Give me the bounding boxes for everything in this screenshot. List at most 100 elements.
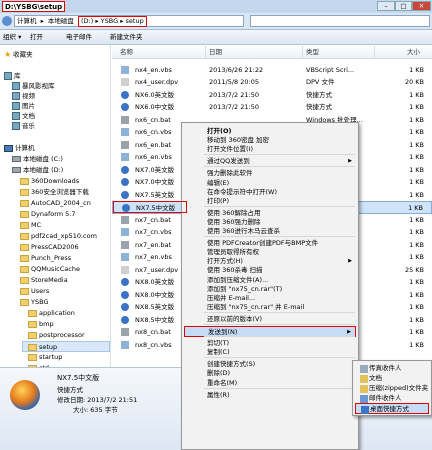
file-row[interactable]: NX6.0中文版 2013/7/2 21:50 快捷方式 1 KB <box>112 101 432 114</box>
nx-file-icon <box>121 190 129 199</box>
column-divider[interactable] <box>302 46 303 58</box>
close-button[interactable]: ✕ <box>412 1 431 11</box>
search-input[interactable] <box>250 15 430 27</box>
nav-lib-item[interactable]: 音乐 <box>12 121 35 132</box>
nx-file-icon <box>121 315 129 324</box>
file-date: 2013/7/2 21:50 <box>209 90 259 99</box>
nx-file-icon <box>121 290 129 299</box>
folder-icon <box>28 331 37 339</box>
file-size: 1 KB <box>409 103 424 111</box>
column-date-header[interactable]: 日期 <box>209 47 222 57</box>
nav-drive-d[interactable]: 本地磁盘 (D:) <box>12 165 63 176</box>
column-divider[interactable] <box>374 46 375 58</box>
bat-file-icon <box>121 328 129 336</box>
menu-item-icon <box>189 158 197 166</box>
video-library-icon <box>12 82 20 90</box>
nav-folder[interactable]: Dynaform 5.7 <box>20 209 76 220</box>
column-size-header[interactable]: 大小 <box>407 47 420 57</box>
breadcrumb-computer[interactable]: 计算机 <box>17 16 37 27</box>
file-type: 快捷方式 <box>306 103 332 111</box>
selection-highlight-box <box>113 201 187 213</box>
nav-folder[interactable]: MC <box>20 220 41 231</box>
nx-file-icon <box>121 278 129 286</box>
folder-icon <box>20 199 29 207</box>
menu-item[interactable]: 属性(R) <box>184 390 356 401</box>
file-size: 1 KB <box>409 65 424 74</box>
nx-file-icon <box>121 103 129 111</box>
column-name-header[interactable]: 名称 <box>120 47 133 57</box>
folder-icon <box>20 188 29 196</box>
file-size: 1 KB <box>409 128 424 136</box>
file-row[interactable]: NX6.0英文版 2013/7/2 21:50 快捷方式 1 KB <box>112 89 432 102</box>
menu-item-icon <box>189 146 197 154</box>
column-header-bar: 名称 日期 类型 大小 <box>112 45 432 59</box>
file-name: NX7.5英文版 <box>135 190 175 199</box>
nav-folder[interactable]: Punch_Press <box>20 253 71 264</box>
nav-computer[interactable]: 计算机 <box>4 143 35 154</box>
nav-folder[interactable]: 360安全浏览器下载 <box>20 187 89 198</box>
nav-folder[interactable]: AutoCAD_2004_cn <box>20 198 91 209</box>
maximize-button[interactable]: □ <box>395 1 412 11</box>
open-button[interactable]: 打开 <box>30 33 43 42</box>
menu-item-icon <box>189 349 197 357</box>
nav-folder[interactable]: PressCAD2006 <box>20 242 79 253</box>
column-divider[interactable] <box>205 46 206 58</box>
documents-icon <box>360 375 368 383</box>
nav-folder[interactable]: QQMusicCache <box>20 264 80 275</box>
menu-item-icon <box>189 198 197 206</box>
script-file-icon <box>121 253 129 261</box>
document-icon <box>12 112 20 120</box>
mail-icon <box>360 395 368 403</box>
breadcrumb-disk[interactable]: 本地磁盘 <box>48 16 74 27</box>
address-input[interactable]: 计算机 ▸ 本地磁盘 (D:) ▸ YSBG ▸ setup <box>14 15 244 27</box>
nav-favorites[interactable]: ★ 收藏夹 <box>4 49 33 60</box>
menu-separator <box>204 166 355 168</box>
nav-subfolder[interactable]: application <box>28 308 75 319</box>
file-size: 1 KB <box>409 90 424 99</box>
file-size: 1 KB <box>409 115 424 124</box>
folder-icon <box>20 221 29 229</box>
file-size: 1 KB <box>409 240 424 249</box>
file-size: 1 KB <box>409 340 424 349</box>
nx-file-icon <box>121 178 129 186</box>
nx-app-icon <box>10 380 40 410</box>
file-size: 1 KB <box>409 328 424 336</box>
file-name: nx7_cn.bat <box>135 215 171 224</box>
details-file-type: 快捷方式 <box>57 386 83 394</box>
nav-drive-c[interactable]: 本地磁盘 (C:) <box>12 154 63 165</box>
folder-icon <box>20 298 29 306</box>
nav-folder[interactable]: Users <box>20 286 49 297</box>
nx-file-icon <box>121 165 129 174</box>
script-file-icon <box>121 340 129 349</box>
bat-file-icon <box>121 240 129 249</box>
details-file-name: NX7.5中文版 <box>57 374 100 382</box>
doc-file-icon <box>121 265 129 274</box>
file-size: 1 KB <box>409 165 424 174</box>
sendto-desktop-shortcut[interactable]: 桌面快捷方式 <box>355 403 429 414</box>
breadcrumb-path-highlight[interactable]: (D:) ▸ YSBG ▸ setup <box>78 16 147 27</box>
menu-item-icon <box>189 228 197 236</box>
nav-folder[interactable]: 360Downloads <box>20 176 79 187</box>
file-name: NX8.0英文版 <box>135 278 175 286</box>
command-bar: 组织 ▾ 打开 电子邮件 新建文件夹 <box>0 30 432 45</box>
bat-file-icon <box>121 140 129 149</box>
nav-subfolder[interactable]: postprocessor <box>28 330 85 341</box>
file-size: 1 KB <box>409 303 424 311</box>
column-type-header[interactable]: 类型 <box>306 47 319 57</box>
new-folder-button[interactable]: 新建文件夹 <box>110 33 143 42</box>
nav-subfolder[interactable]: startup <box>28 352 62 363</box>
nav-folder[interactable]: StoreMedia <box>20 275 68 286</box>
nav-subfolder-setup-selected[interactable]: setup <box>22 341 110 352</box>
email-button[interactable]: 电子邮件 <box>66 33 92 42</box>
file-row[interactable]: nx4_user.dpv 2011/5/8 20:05 DPV 文件 20 KB <box>112 76 432 89</box>
nav-folder-ysbg[interactable]: YSBG <box>20 297 48 308</box>
nav-subfolder[interactable]: bmp <box>28 319 54 330</box>
minimize-button[interactable]: – <box>377 1 395 11</box>
file-row[interactable]: nx4_en.vbs 2013/6/26 21:22 VBScript Scri..… <box>112 64 432 77</box>
back-icon[interactable] <box>2 16 12 26</box>
organize-button[interactable]: 组织 ▾ <box>3 33 21 42</box>
drive-icon <box>12 156 21 162</box>
desktop-icon <box>361 406 369 414</box>
file-name: nx6_en.vbs <box>135 153 172 161</box>
nav-folder[interactable]: pdf2cad_xp510.com <box>20 231 97 242</box>
